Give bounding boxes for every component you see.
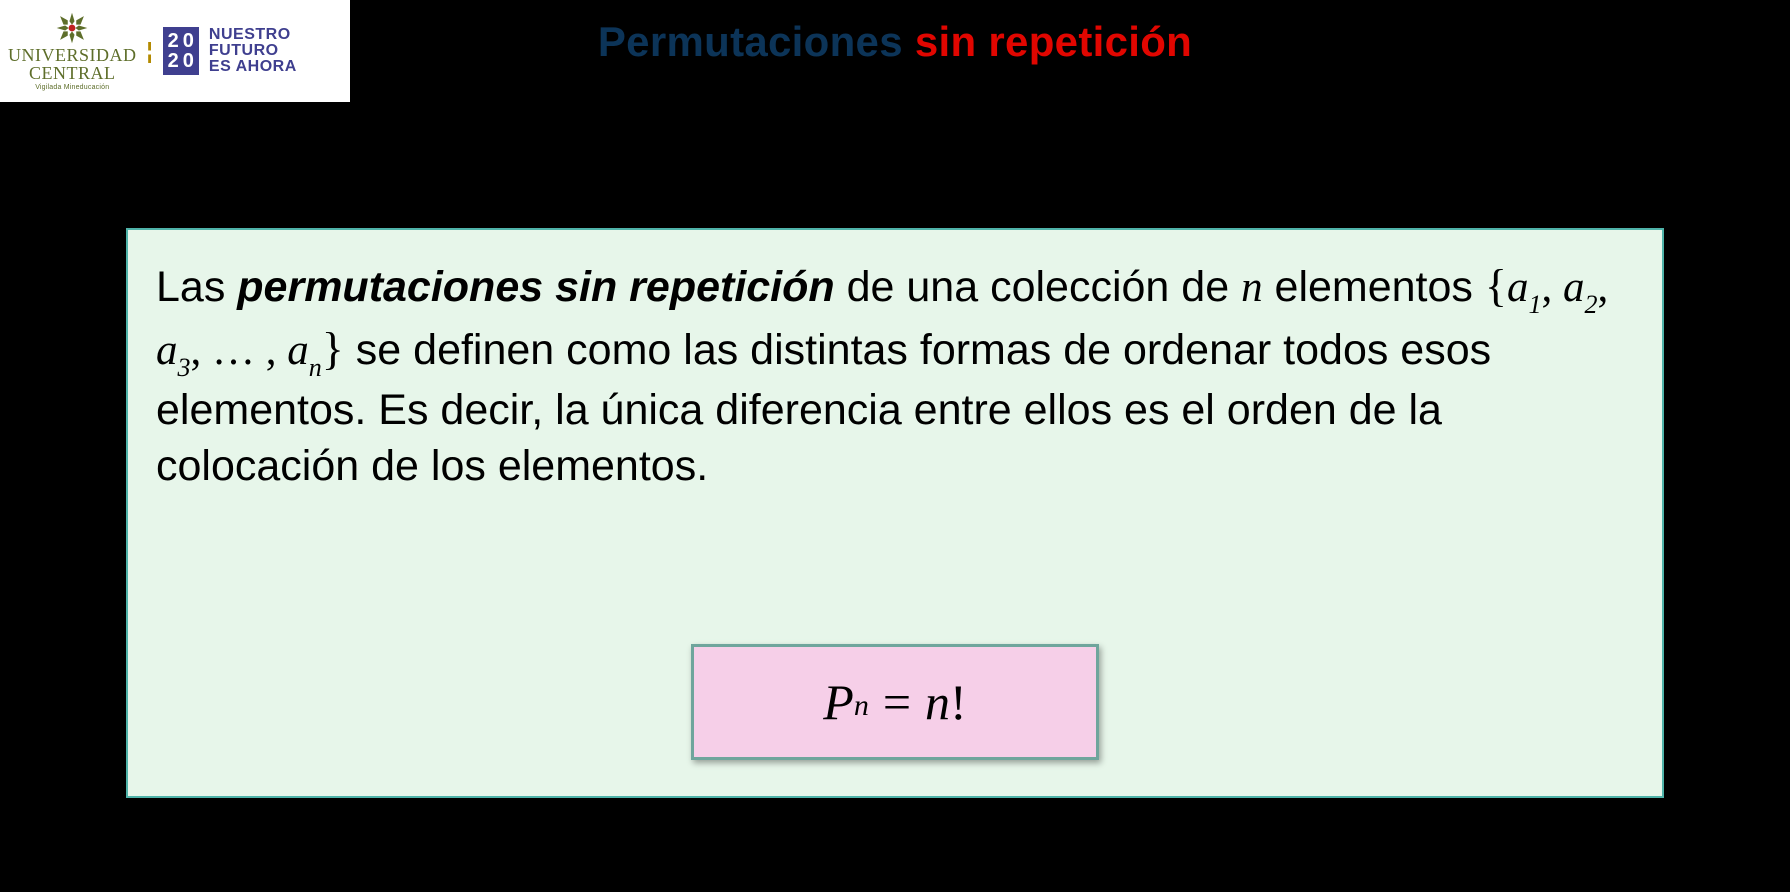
definition-text: Las permutaciones sin repetición de una … <box>156 256 1634 495</box>
slide-title: Permutaciones sin repetición <box>0 18 1790 66</box>
def-elements-word: elementos <box>1263 263 1485 311</box>
definition-box: Las permutaciones sin repetición de una … <box>126 228 1664 798</box>
var-n: n <box>1241 264 1263 311</box>
def-lead: permutaciones sin repetición <box>237 263 834 311</box>
slide: UNIVERSIDAD CENTRAL Vigilada Mineducació… <box>0 0 1790 892</box>
title-part2: sin repetición <box>915 18 1192 65</box>
title-part1: Permutaciones <box>598 18 915 65</box>
university-sub: Vigilada Mineducación <box>35 84 109 91</box>
def-rest: se definen como las distintas formas de … <box>156 326 1491 489</box>
formula-bang: ! <box>950 673 967 731</box>
formula-box: Pn=n! <box>691 644 1099 760</box>
formula-sub-n: n <box>854 689 869 723</box>
formula-P: P <box>823 673 854 731</box>
def-prefix: Las <box>156 263 237 311</box>
def-after-lead: de una colección de <box>835 263 1241 311</box>
formula-n: n <box>925 673 950 731</box>
formula-eq: = <box>869 673 925 731</box>
